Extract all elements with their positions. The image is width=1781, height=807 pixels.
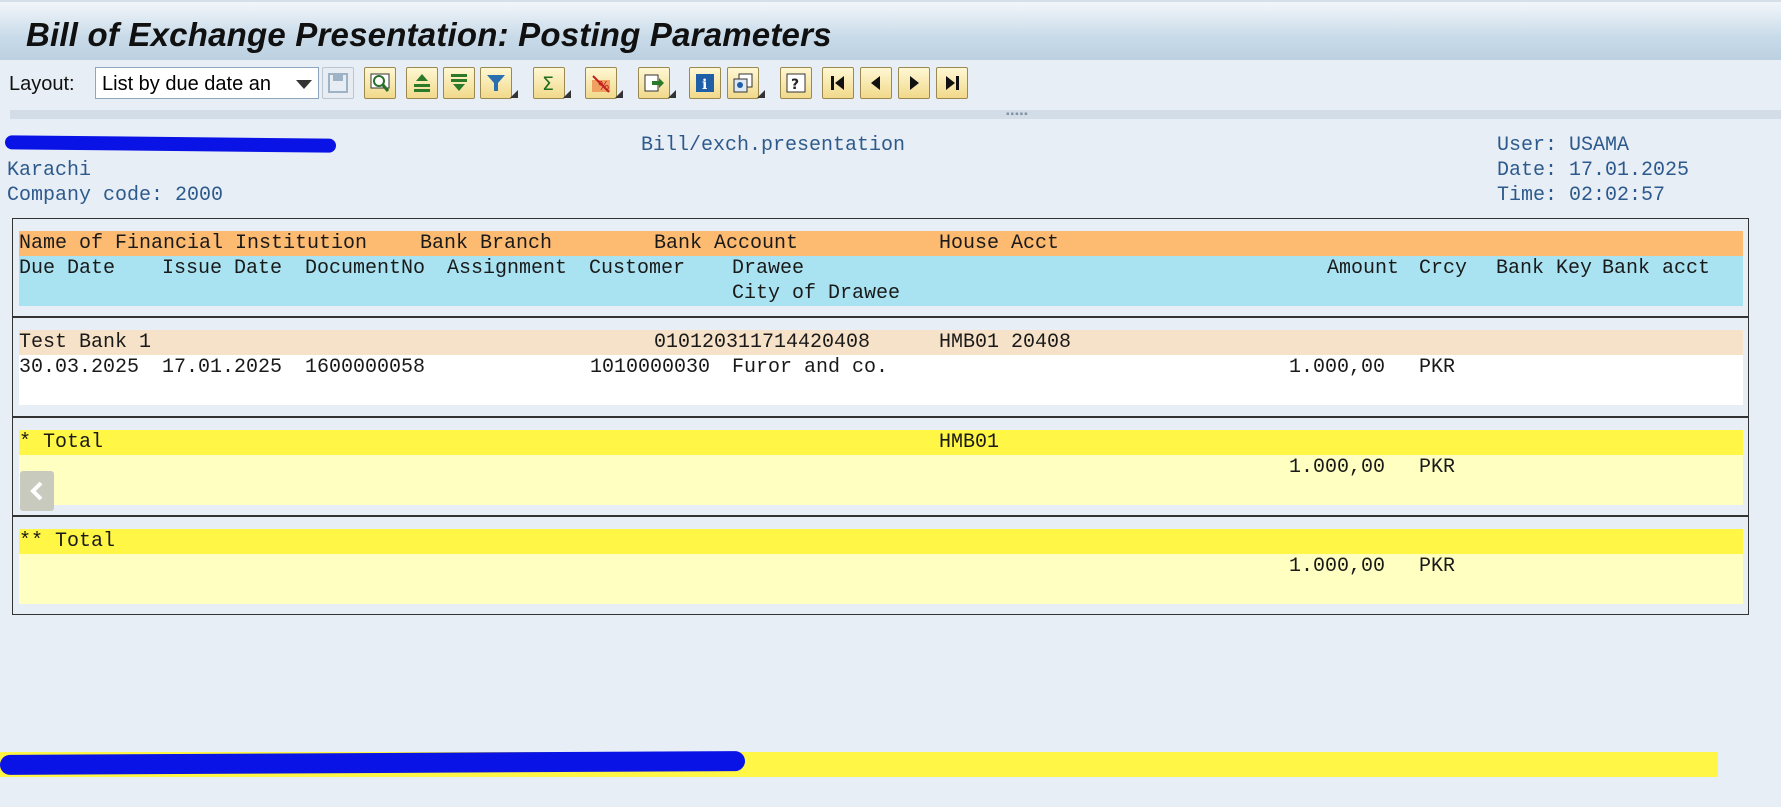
- item-due-date: 30.03.2025: [19, 356, 140, 379]
- subtotal-house: HMB01: [939, 431, 1000, 454]
- view-button[interactable]: [727, 67, 765, 99]
- item-drawee: Furor and co.: [732, 356, 889, 379]
- layout-select-value: List by due date an: [102, 73, 272, 95]
- group-row: Test Bank 1 010120311714420408 HMB01 204…: [19, 330, 1743, 355]
- sort-ascending-button[interactable]: [406, 67, 438, 99]
- sum-icon: Σ: [542, 73, 554, 94]
- svg-text:%: %: [598, 79, 609, 93]
- col-drawee: Drawee: [732, 257, 805, 280]
- subtotal-amount: 1.000,00: [1289, 456, 1386, 479]
- col-customer: Customer: [589, 257, 686, 280]
- header-city: Karachi: [7, 159, 92, 182]
- subtotal-row: * Total HMB01: [19, 430, 1743, 455]
- column-header-row-3: City of Drawee: [19, 281, 1743, 306]
- view-icon: [733, 73, 753, 93]
- subtotal-button[interactable]: %: [585, 67, 623, 99]
- empty-row: [19, 380, 1743, 405]
- layout-label: Layout:: [9, 73, 75, 95]
- save-layout-button[interactable]: [322, 67, 354, 99]
- col-assignment: Assignment: [447, 257, 568, 280]
- collapse-panel-button[interactable]: [20, 471, 54, 511]
- group-institution: Test Bank 1: [19, 331, 152, 354]
- find-button[interactable]: [364, 67, 396, 99]
- info-icon: i: [696, 74, 714, 93]
- splitter-grip-icon[interactable]: ▪▪▪▪▪: [1006, 110, 1029, 120]
- subtotal-currency: PKR: [1419, 456, 1456, 479]
- svg-text:i: i: [702, 77, 707, 93]
- item-issue-date: 17.01.2025: [162, 356, 283, 379]
- divider: [12, 515, 1749, 517]
- item-document-no[interactable]: 1600000058: [305, 355, 425, 380]
- total-currency: PKR: [1419, 555, 1456, 578]
- header-date: Date: 17.01.2025: [1497, 159, 1690, 182]
- redaction-mark: [0, 751, 746, 775]
- empty-row: [19, 579, 1743, 604]
- svg-text:Σ: Σ: [542, 73, 554, 94]
- divider: [12, 316, 1749, 318]
- item-customer: 1010000030: [590, 356, 711, 379]
- header-report-title: Bill/exch.presentation: [641, 134, 906, 157]
- col-due-date: Due Date: [19, 257, 116, 280]
- col-issue-date: Issue Date: [162, 257, 283, 280]
- table-row[interactable]: 30.03.2025 17.01.2025 1600000058 1010000…: [19, 355, 1743, 380]
- export-icon: [644, 74, 664, 92]
- next-page-button[interactable]: [898, 67, 930, 99]
- layout-select[interactable]: List by due date an: [95, 67, 319, 99]
- col-currency: Crcy: [1419, 257, 1468, 280]
- filter-button[interactable]: [480, 67, 518, 99]
- sort-ascending-icon: [414, 74, 430, 92]
- first-page-button[interactable]: [822, 67, 854, 99]
- group-house-acct: HMB01 20408: [939, 331, 1072, 354]
- svg-text:?: ?: [791, 77, 799, 93]
- previous-page-icon: [871, 76, 880, 90]
- save-icon: [328, 73, 348, 93]
- find-icon: [370, 73, 390, 92]
- subtotal-amount-row: 1.000,00 PKR: [19, 455, 1743, 480]
- col-bank-account: Bank Account: [654, 232, 799, 255]
- export-button[interactable]: [638, 67, 676, 99]
- sort-descending-icon: [451, 74, 467, 91]
- first-page-icon: [831, 76, 844, 90]
- col-amount: Amount: [1327, 257, 1400, 280]
- last-page-button[interactable]: [936, 67, 968, 99]
- col-house-acct: House Acct: [939, 232, 1060, 255]
- subtotal-label: * Total: [19, 431, 104, 454]
- chevron-left-icon: [30, 481, 43, 501]
- header-company-code: Company code: 2000: [7, 184, 224, 207]
- col-bank-branch: Bank Branch: [420, 232, 553, 255]
- item-amount: 1.000,00: [1289, 356, 1386, 379]
- total-amount: 1.000,00: [1289, 555, 1386, 578]
- header-user: User: USAMA: [1497, 134, 1630, 157]
- empty-row: [19, 480, 1743, 505]
- info-button[interactable]: i: [689, 67, 721, 99]
- help-icon: ?: [786, 73, 806, 93]
- last-page-icon: [946, 76, 959, 90]
- col-document-no: DocumentNo: [305, 257, 426, 280]
- next-page-icon: [910, 76, 919, 90]
- total-row: ** Total: [19, 529, 1743, 554]
- subtotal-icon: %: [592, 75, 610, 93]
- column-header-row-1: Name of Financial Institution Bank Branc…: [19, 231, 1743, 256]
- splitter[interactable]: ▪▪▪▪▪: [10, 110, 1781, 120]
- total-label: ** Total: [19, 530, 116, 553]
- sum-button[interactable]: Σ: [533, 67, 571, 99]
- help-button[interactable]: ?: [780, 67, 812, 99]
- item-currency: PKR: [1419, 356, 1456, 379]
- total-amount-row: 1.000,00 PKR: [19, 554, 1743, 579]
- header-time: Time: 02:02:57: [1497, 184, 1666, 207]
- page-title: Bill of Exchange Presentation: Posting P…: [26, 16, 832, 53]
- col-city-of-drawee: City of Drawee: [732, 282, 901, 305]
- previous-page-button[interactable]: [860, 67, 892, 99]
- chevron-down-icon[interactable]: [296, 80, 312, 89]
- column-header-row-2: Due Date Issue Date DocumentNo Assignmen…: [19, 256, 1743, 281]
- col-institution: Name of Financial Institution: [19, 232, 368, 255]
- filter-icon: [487, 75, 505, 91]
- group-bank-account: 010120311714420408: [654, 331, 871, 354]
- sort-descending-button[interactable]: [443, 67, 475, 99]
- col-bank-key: Bank Key: [1496, 257, 1593, 280]
- divider: [12, 416, 1749, 418]
- toolbar: Layout: List by due date an Σ % i ?: [0, 64, 1781, 104]
- col-bank-acct: Bank acct: [1602, 257, 1711, 280]
- title-bar: Bill of Exchange Presentation: Posting P…: [0, 0, 1781, 60]
